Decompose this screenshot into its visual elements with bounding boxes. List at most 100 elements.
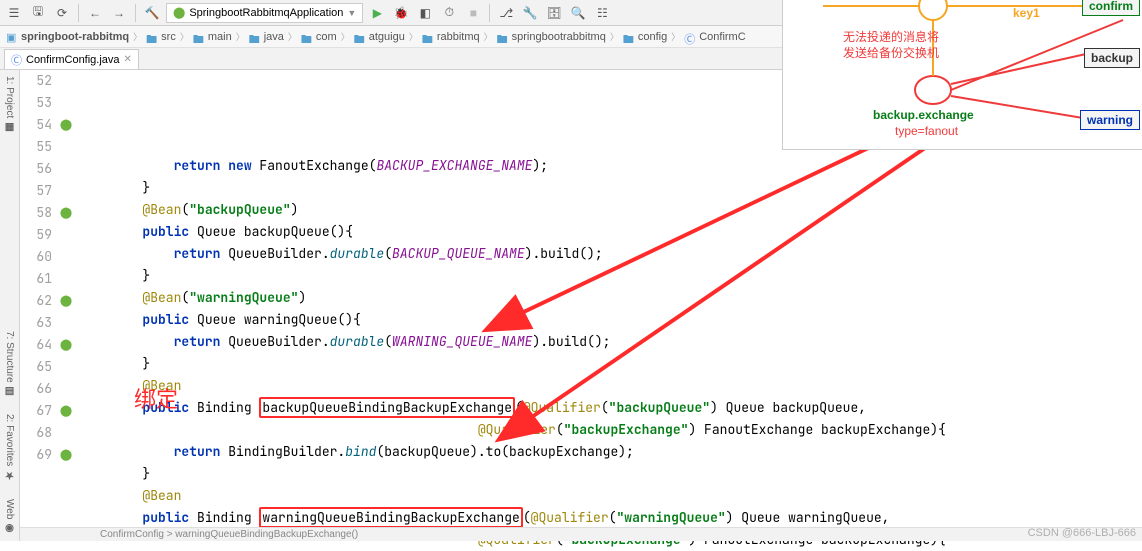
watermark: CSDN @666-LBJ-666 — [1028, 527, 1136, 539]
folder-icon: 🖿 — [301, 31, 313, 43]
line-number: 64 — [20, 334, 52, 356]
line-number: 60 — [20, 246, 52, 268]
run-config-select[interactable]: ⬤ SpringbootRabbitmqApplication ▼ — [166, 3, 363, 23]
chevron-right-icon: 〉 — [341, 30, 350, 43]
line-number: 56 — [20, 158, 52, 180]
breadcrumb-label: main — [208, 31, 232, 43]
folder-icon: 🖿 — [249, 31, 261, 43]
breadcrumb-label: java — [264, 31, 284, 43]
code-line[interactable]: @Bean("backupQueue") — [74, 199, 1142, 221]
file-tab[interactable]: Ⓒ ConfirmConfig.java ✕ — [4, 49, 139, 69]
diagram-exchange-name: backup.exchange — [873, 108, 974, 122]
gutter-blank — [58, 136, 74, 158]
left-tool-strip: ▤7: Structure ★2: Favorites ◉Web ▦1: Pro… — [0, 70, 20, 541]
code-line[interactable]: } — [74, 177, 1142, 199]
diagram-note2: 发送给备份交换机 — [843, 44, 939, 61]
code-line[interactable]: return new FanoutExchange(BACKUP_EXCHANG… — [74, 155, 1142, 177]
profile-icon[interactable]: ⏱ — [439, 3, 459, 23]
back-icon[interactable]: ← — [85, 3, 105, 23]
code-line[interactable]: public Binding backupQueueBindingBackupE… — [74, 397, 1142, 419]
chevron-right-icon: 〉 — [671, 30, 680, 43]
breadcrumb-label: rabbitmq — [437, 31, 480, 43]
menu-icon[interactable]: ☰ — [4, 3, 24, 23]
stop-icon[interactable]: ■ — [463, 3, 483, 23]
breadcrumb-ConfirmC[interactable]: ⒸConfirmC — [684, 31, 745, 43]
code-line[interactable]: @Bean("warningQueue") — [74, 287, 1142, 309]
build-icon[interactable]: 🔨 — [142, 3, 162, 23]
gutter-blank — [58, 158, 74, 180]
refresh-icon[interactable]: ⟳ — [52, 3, 72, 23]
class-icon: Ⓒ — [684, 31, 696, 43]
line-number: 69 — [20, 444, 52, 466]
line-number: 67 — [20, 400, 52, 422]
line-number: 65 — [20, 356, 52, 378]
breadcrumb-src[interactable]: 🖿src — [146, 31, 176, 43]
breadcrumb-com[interactable]: 🖿com — [301, 31, 337, 43]
breadcrumb-springbootrabbitmq[interactable]: 🖿springbootrabbitmq — [497, 31, 606, 43]
wrench-icon[interactable]: 🔧 — [520, 3, 540, 23]
line-number: 53 — [20, 92, 52, 114]
code-line[interactable]: public Queue warningQueue(){ — [74, 309, 1142, 331]
breadcrumb-rabbitmq[interactable]: 🖿rabbitmq — [422, 31, 480, 43]
line-number: 62 — [20, 290, 52, 312]
line-number: 59 — [20, 224, 52, 246]
code-line[interactable]: } — [74, 265, 1142, 287]
sidetool-web[interactable]: ◉Web — [4, 499, 15, 533]
sidetool-project[interactable]: ▦1: Project — [4, 76, 15, 132]
code-line[interactable]: return BindingBuilder.bind(backupQueue).… — [74, 441, 1142, 463]
code-line[interactable]: @Bean — [74, 375, 1142, 397]
code-line[interactable]: public Binding warningQueueBindingBackup… — [74, 507, 1142, 529]
overlay-diagram: key1 无法投递的消息将 发送给备份交换机 backup.exchange t… — [782, 0, 1142, 150]
debug-icon[interactable]: 🐞 — [391, 3, 411, 23]
line-number-gutter: 525354555657585960616263646566676869 — [20, 70, 58, 527]
code-line[interactable]: } — [74, 353, 1142, 375]
spring-icon: ⬤ — [173, 6, 185, 19]
breadcrumb-main[interactable]: 🖿main — [193, 31, 232, 43]
coverage-icon[interactable]: ◧ — [415, 3, 435, 23]
line-number: 52 — [20, 70, 52, 92]
spring-bean-icon[interactable]: ⬤ — [58, 400, 74, 422]
spring-bean-icon[interactable]: ⬤ — [58, 114, 74, 136]
status-crumb-bar: ConfirmConfig > warningQueueBindingBacku… — [20, 527, 1142, 541]
sidetool-favorites[interactable]: ★2: Favorites — [4, 414, 15, 480]
structure-icon[interactable]: ☷ — [592, 3, 612, 23]
line-number: 63 — [20, 312, 52, 334]
db-icon[interactable]: 🗄 — [544, 3, 564, 23]
diagram-key-label: key1 — [1013, 6, 1040, 20]
code-line[interactable]: return QueueBuilder.durable(BACKUP_QUEUE… — [74, 243, 1142, 265]
git-icon[interactable]: ⎇ — [496, 3, 516, 23]
forward-icon[interactable]: → — [109, 3, 129, 23]
line-number: 66 — [20, 378, 52, 400]
spring-bean-icon[interactable]: ⬤ — [58, 444, 74, 466]
run-icon[interactable]: ▶ — [367, 3, 387, 23]
highlighted-method: backupQueueBindingBackupExchange — [259, 397, 515, 418]
save-icon[interactable]: 🖫 — [28, 3, 48, 23]
code-line[interactable]: return QueueBuilder.durable(WARNING_QUEU… — [74, 331, 1142, 353]
diagram-node-warning: warning — [1080, 110, 1140, 130]
find-icon[interactable]: 🔍 — [568, 3, 588, 23]
code-line[interactable]: } — [74, 463, 1142, 485]
spring-bean-icon[interactable]: ⬤ — [58, 290, 74, 312]
chevron-right-icon: 〉 — [610, 30, 619, 43]
breadcrumb-atguigu[interactable]: 🖿atguigu — [354, 31, 405, 43]
code-line[interactable]: @Qualifier("backupExchange") FanoutExcha… — [74, 419, 1142, 441]
chevron-right-icon: 〉 — [133, 30, 142, 43]
spring-bean-icon[interactable]: ⬤ — [58, 202, 74, 224]
line-number: 55 — [20, 136, 52, 158]
module-icon: ▣ — [6, 31, 18, 43]
breadcrumb-java[interactable]: 🖿java — [249, 31, 284, 43]
spring-bean-icon[interactable]: ⬤ — [58, 334, 74, 356]
line-number: 68 — [20, 422, 52, 444]
folder-icon: 🖿 — [146, 31, 158, 43]
code-line[interactable]: @Bean — [74, 485, 1142, 507]
sidetool-structure[interactable]: ▤7: Structure — [4, 331, 15, 397]
chevron-right-icon: 〉 — [484, 30, 493, 43]
close-icon[interactable]: ✕ — [124, 54, 132, 65]
folder-icon: 🖿 — [422, 31, 434, 43]
separator — [78, 4, 79, 22]
breadcrumb-springboot-rabbitmq[interactable]: ▣springboot-rabbitmq — [6, 31, 129, 43]
separator — [489, 4, 490, 22]
code-line[interactable]: public Queue backupQueue(){ — [74, 221, 1142, 243]
gutter-blank — [58, 92, 74, 114]
breadcrumb-config[interactable]: 🖿config — [623, 31, 667, 43]
